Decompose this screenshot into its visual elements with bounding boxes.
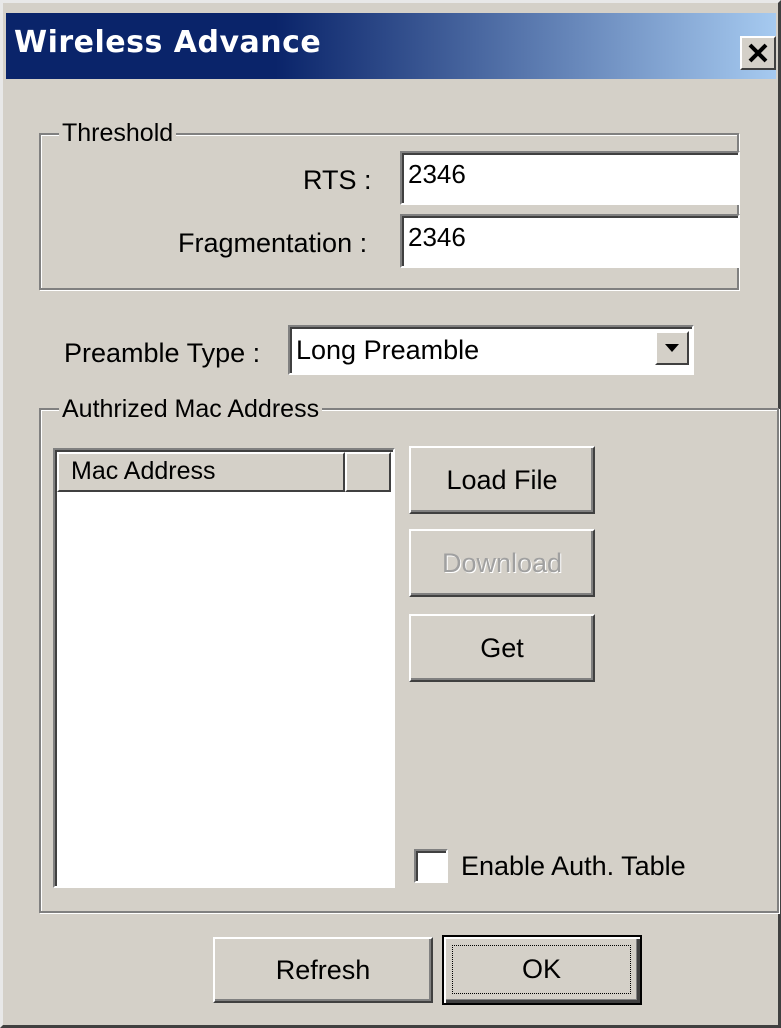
download-button[interactable]: Download xyxy=(409,529,595,597)
title-bar[interactable]: Wireless Advance xyxy=(6,13,776,79)
window-title: Wireless Advance xyxy=(14,25,322,60)
mac-address-column-header[interactable]: Mac Address xyxy=(57,452,345,492)
fragmentation-label: Fragmentation : xyxy=(178,228,368,258)
enable-auth-table-label[interactable]: Enable Auth. Table xyxy=(461,851,686,881)
preamble-type-select[interactable]: Long Preamble xyxy=(288,325,694,375)
close-button[interactable] xyxy=(740,36,776,70)
refresh-button[interactable]: Refresh xyxy=(213,937,433,1003)
load-file-button[interactable]: Load File xyxy=(409,446,595,514)
mac-address-list[interactable]: Mac Address xyxy=(53,448,395,888)
chevron-down-icon xyxy=(665,344,679,352)
rts-input[interactable]: 2346 xyxy=(400,151,740,205)
rts-label: RTS : xyxy=(303,165,372,195)
preamble-type-value: Long Preamble xyxy=(296,335,480,365)
auth-mac-legend: Authrized Mac Address xyxy=(59,395,323,423)
extra-column-header[interactable] xyxy=(345,452,391,492)
threshold-legend: Threshold xyxy=(59,119,177,147)
ok-button-label: OK xyxy=(521,954,561,984)
get-button[interactable]: Get xyxy=(409,614,595,682)
wireless-advance-dialog: Wireless Advance Threshold RTS : 2346 Fr… xyxy=(0,0,781,1028)
ok-button[interactable]: OK xyxy=(442,935,642,1005)
fragmentation-input[interactable]: 2346 xyxy=(400,214,740,268)
close-icon xyxy=(748,43,768,63)
ok-focus-rect: OK xyxy=(452,945,631,994)
enable-auth-table-checkbox[interactable] xyxy=(414,849,448,883)
dropdown-arrow-button[interactable] xyxy=(655,331,689,365)
preamble-type-label: Preamble Type : xyxy=(64,338,261,368)
